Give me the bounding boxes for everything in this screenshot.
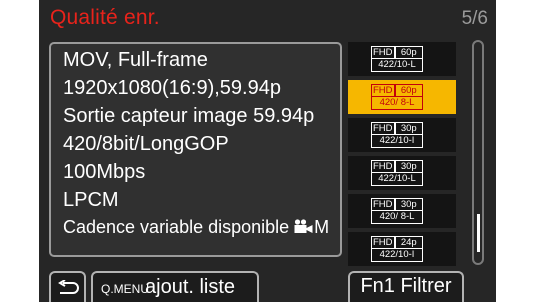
quality-frame-rate: 30p: [394, 122, 423, 135]
info-line: 100Mbps: [63, 161, 146, 183]
quality-format: 420/ 8-L: [371, 211, 423, 224]
quality-badge: FHD 60p 422/10-L: [371, 46, 423, 72]
quality-frame-rate: 24p: [394, 236, 423, 249]
quality-format: 420/ 8-L: [371, 97, 423, 110]
camera-menu-screen: Qualité enr. 5/6 MOV, Full-frame 1920x10…: [39, 0, 496, 302]
add-list-button[interactable]: Q.MENU ajout. liste: [91, 271, 259, 302]
quality-badge: FHD 60p 420/ 8-L: [371, 84, 423, 110]
quality-item[interactable]: FHD 60p 420/ 8-L: [348, 80, 456, 114]
quality-format: 422/10-L: [371, 173, 423, 186]
quality-resolution: FHD: [371, 122, 395, 135]
quality-format: 422/10-L: [371, 59, 423, 72]
vfr-icon-suffix: M: [314, 217, 330, 237]
quality-badge: FHD 30p 422/10-L: [371, 160, 423, 186]
vfr-label: Cadence variable disponible: [63, 217, 290, 237]
quality-resolution: FHD: [371, 236, 395, 249]
quality-format: 422/10-I: [371, 249, 423, 262]
quality-item[interactable]: FHD 30p 420/ 8-L: [348, 194, 456, 228]
qmenu-key-label: Q.MENU: [101, 282, 149, 296]
quality-resolution: FHD: [371, 46, 395, 59]
return-arrow-icon: [58, 280, 79, 294]
scrollbar-thumb[interactable]: [477, 214, 480, 252]
quality-item[interactable]: FHD 30p 422/10-L: [348, 156, 456, 190]
quality-badge: FHD 30p 422/10-I: [371, 122, 423, 148]
quality-format: 422/10-I: [371, 135, 423, 148]
quality-item[interactable]: FHD 24p 422/10-I: [348, 232, 456, 266]
quality-resolution: FHD: [371, 160, 395, 173]
quality-frame-rate: 60p: [394, 46, 423, 59]
menu-title: Qualité enr.: [50, 6, 160, 29]
info-line-vfr: Cadence variable disponible M: [63, 217, 329, 238]
quality-item[interactable]: FHD 60p 422/10-L: [348, 42, 456, 76]
page-indicator: 5/6: [461, 8, 488, 29]
info-line: 1920x1080(16:9),59.94p: [63, 77, 281, 99]
info-line: MOV, Full-frame: [63, 49, 208, 71]
quality-badge: FHD 24p 422/10-I: [371, 236, 423, 262]
quality-frame-rate: 30p: [394, 160, 423, 173]
quality-frame-rate: 30p: [394, 198, 423, 211]
recording-quality-list: FHD 60p 422/10-L FHD 60p 420/ 8-L FHD 30p 422/10…: [348, 42, 456, 270]
filter-button[interactable]: Fn1 Filtrer: [348, 271, 464, 302]
info-line: 420/8bit/LongGOP: [63, 133, 229, 155]
info-line: Sortie capteur image 59.94p: [63, 105, 315, 127]
quality-frame-rate: 60p: [394, 84, 423, 97]
info-line: LPCM: [63, 189, 119, 211]
info-panel: MOV, Full-frame 1920x1080(16:9),59.94p S…: [49, 42, 342, 257]
movie-camera-icon: [294, 219, 313, 233]
quality-badge: FHD 30p 420/ 8-L: [371, 198, 423, 224]
quality-resolution: FHD: [371, 84, 395, 97]
quality-resolution: FHD: [371, 198, 395, 211]
quality-item[interactable]: FHD 30p 422/10-I: [348, 118, 456, 152]
back-button[interactable]: [49, 271, 86, 302]
add-list-label: ajout. liste: [145, 276, 236, 298]
